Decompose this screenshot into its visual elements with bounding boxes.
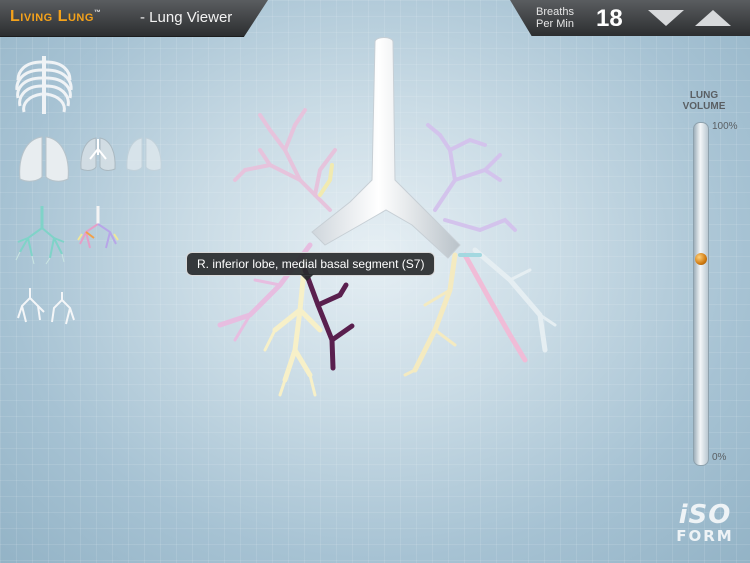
lung-volume-max-label: 100% xyxy=(712,121,738,132)
brand-name: Living Lung xyxy=(10,8,94,25)
trademark: ™ xyxy=(93,9,102,17)
page-title: - Lung Viewer xyxy=(140,9,233,26)
logo-line1: iSO xyxy=(678,500,732,530)
lungs-solid-thumbnail[interactable] xyxy=(16,133,72,185)
trachea xyxy=(311,37,461,259)
bronchial-tree-teal-thumbnail[interactable] xyxy=(14,204,66,266)
logo-line2: FORM xyxy=(676,527,734,545)
tooltip-pointer xyxy=(300,274,314,281)
lungs-ghost-thumbnail[interactable] xyxy=(124,135,164,173)
decrease-rate-button[interactable] xyxy=(648,10,684,26)
lungs-translucent-thumbnail[interactable] xyxy=(78,135,118,173)
bronchial-tree-color-thumbnail[interactable] xyxy=(74,204,120,252)
bronchial-tree-model[interactable] xyxy=(200,30,570,410)
breaths-per-min-label: Breaths Per Min xyxy=(532,6,578,30)
segment-tooltip: R. inferior lobe, medial basal segment (… xyxy=(186,252,436,276)
lung-volume-slider-knob[interactable] xyxy=(695,252,707,265)
increase-rate-button[interactable] xyxy=(695,10,731,26)
lung-volume-label-line2: VOLUME xyxy=(682,101,726,112)
bpm-label-line2: Per Min xyxy=(536,18,574,30)
left-superior-lobe-branches xyxy=(426,123,517,233)
isoform-logo: iSO FORM xyxy=(674,502,736,548)
lung-volume-label: LUNG VOLUME xyxy=(676,90,732,112)
lung-volume-label-line1: LUNG xyxy=(689,90,719,101)
lung-volume-slider[interactable] xyxy=(693,122,709,466)
bpm-label-line1: Breaths xyxy=(536,6,574,18)
app-brand: Living Lung™ xyxy=(10,8,101,26)
bronchial-tree-white-thumbnail[interactable] xyxy=(14,284,78,328)
rib-cage-thumbnail[interactable] xyxy=(12,52,76,118)
lung-volume-min-label: 0% xyxy=(712,452,727,463)
breaths-per-min-value: 18 xyxy=(596,5,623,32)
